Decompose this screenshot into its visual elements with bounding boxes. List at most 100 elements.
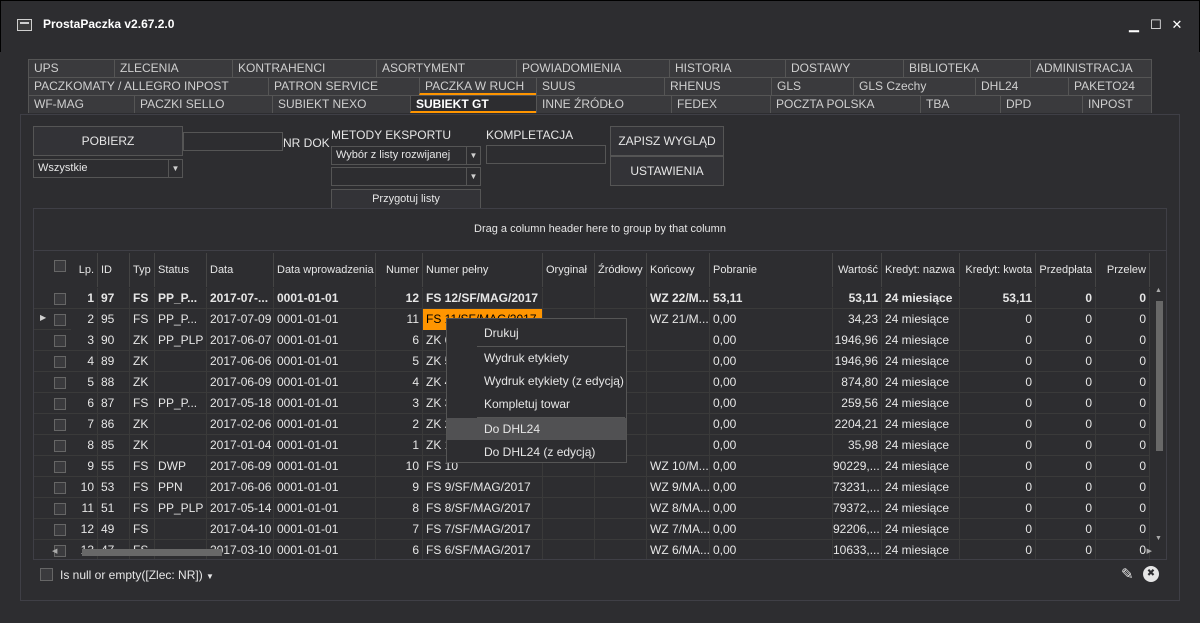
tab-wf-mag[interactable]: WF-MAG: [28, 95, 134, 113]
cell-numer[interactable]: 12: [376, 288, 423, 309]
cell-przelew[interactable]: 0: [1096, 498, 1150, 519]
cell-data[interactable]: 2017-05-18: [207, 393, 274, 414]
ustawienia-button[interactable]: USTAWIENIA: [610, 156, 724, 186]
scroll-up-icon[interactable]: ▲: [1155, 287, 1162, 294]
cell-data-wprowadzenia[interactable]: 0001-01-01: [274, 456, 376, 477]
tab-zlecenia[interactable]: ZLECENIA: [114, 59, 232, 77]
cell-data-wprowadzenia[interactable]: 0001-01-01: [274, 330, 376, 351]
cell-status[interactable]: PP_P...: [155, 288, 207, 309]
cell-status[interactable]: [155, 414, 207, 435]
cell-pobranie[interactable]: 0,00: [710, 351, 833, 372]
scroll-down-icon[interactable]: ▼: [1155, 535, 1162, 542]
cell-wartosc[interactable]: 92206,...: [833, 519, 882, 540]
scroll-left-icon[interactable]: ◀: [52, 547, 57, 555]
cell-id[interactable]: 49: [98, 519, 130, 540]
column-header-wartosc[interactable]: Wartość: [833, 253, 882, 287]
cell-id[interactable]: 97: [98, 288, 130, 309]
tab-rhenus[interactable]: RHENUS: [664, 77, 771, 95]
cell-przelew[interactable]: 0: [1096, 309, 1150, 330]
cell-przelew[interactable]: 0: [1096, 519, 1150, 540]
table-row[interactable]: 10 53 FS PPN 2017-06-06 0001-01-01 9 FS 9/SF/MA…: [34, 477, 1150, 498]
cell-data-wprowadzenia[interactable]: 0001-01-01: [274, 351, 376, 372]
cell-przedplata[interactable]: 0: [1036, 330, 1096, 351]
column-header-oryginal[interactable]: Oryginał: [543, 253, 595, 287]
cell-status[interactable]: PP_P...: [155, 309, 207, 330]
cell-przedplata[interactable]: 0: [1036, 519, 1096, 540]
column-header-numer-pelny[interactable]: Numer pełny: [423, 253, 543, 287]
cell-id[interactable]: 90: [98, 330, 130, 351]
cell-kredyt-kwota[interactable]: 0: [960, 330, 1036, 351]
tab-gls[interactable]: GLS: [771, 77, 853, 95]
column-header-id[interactable]: ID: [98, 253, 130, 287]
cell-id[interactable]: 51: [98, 498, 130, 519]
cell-kredyt-kwota[interactable]: 0: [960, 372, 1036, 393]
cell-data-wprowadzenia[interactable]: 0001-01-01: [274, 519, 376, 540]
column-header-przedplata[interactable]: Przedpłata: [1036, 253, 1096, 287]
cell-kredyt-nazwa[interactable]: 24 miesiące: [882, 330, 960, 351]
cell-typ[interactable]: FS: [130, 309, 155, 330]
column-header-kredyt-kwota[interactable]: Kredyt: kwota: [960, 253, 1036, 287]
column-header-kredyt-nazwa[interactable]: Kredyt: nazwa: [882, 253, 960, 287]
tab-historia[interactable]: HISTORIA: [669, 59, 785, 77]
cell-pobranie[interactable]: 0,00: [710, 414, 833, 435]
cell-data[interactable]: 2017-07-...: [207, 288, 274, 309]
cell-numer[interactable]: 4: [376, 372, 423, 393]
row-checkbox[interactable]: [54, 524, 66, 536]
cell-status[interactable]: PP_P...: [155, 393, 207, 414]
cell-pobranie[interactable]: 0,00: [710, 330, 833, 351]
cell-lp[interactable]: 8: [71, 435, 98, 456]
row-checkbox[interactable]: [54, 503, 66, 515]
column-header-numer[interactable]: Numer: [376, 253, 423, 287]
cell-status[interactable]: PP_PLP: [155, 330, 207, 351]
cell-koncowy[interactable]: WZ 10/M...: [647, 456, 710, 477]
cell-typ[interactable]: ZK: [130, 414, 155, 435]
przygotuj-listy-button[interactable]: Przygotuj listy: [331, 189, 481, 209]
pobierz-button[interactable]: POBIERZ: [33, 126, 183, 156]
tab-asortyment[interactable]: ASORTYMENT: [376, 59, 516, 77]
tab-inne-zrodlo[interactable]: INNE ŹRÓDŁO: [536, 95, 671, 113]
cell-kredyt-nazwa[interactable]: 24 miesiące: [882, 372, 960, 393]
tab-subiekt-nexo[interactable]: SUBIEKT NEXO: [272, 95, 410, 113]
cell-data[interactable]: 2017-04-10: [207, 519, 274, 540]
menu-item-drukuj[interactable]: Drukuj: [447, 322, 626, 344]
cell-data-wprowadzenia[interactable]: 0001-01-01: [274, 498, 376, 519]
column-header-data-wprowadzenia[interactable]: Data wprowadzenia: [274, 253, 376, 287]
cell-kredyt-nazwa[interactable]: 24 miesiące: [882, 351, 960, 372]
cell-id[interactable]: 86: [98, 414, 130, 435]
cell-zrodlowy[interactable]: [595, 288, 647, 309]
cell-koncowy[interactable]: [647, 435, 710, 456]
vertical-scroll-thumb[interactable]: [1156, 301, 1163, 451]
cell-lp[interactable]: 9: [71, 456, 98, 477]
cell-id[interactable]: 95: [98, 309, 130, 330]
tab-fedex[interactable]: FEDEX: [671, 95, 770, 113]
cell-kredyt-kwota[interactable]: 0: [960, 309, 1036, 330]
row-checkbox[interactable]: [54, 356, 66, 368]
cell-oryginal[interactable]: [543, 288, 595, 309]
cell-data[interactable]: 2017-07-09: [207, 309, 274, 330]
cell-numer[interactable]: 7: [376, 519, 423, 540]
secondary-select[interactable]: ▼: [331, 167, 481, 186]
cell-lp[interactable]: 5: [71, 372, 98, 393]
scroll-right-icon[interactable]: ▶: [1147, 547, 1152, 555]
zapisz-wyglad-button[interactable]: ZAPISZ WYGLĄD: [610, 126, 724, 156]
cell-przedplata[interactable]: 0: [1036, 288, 1096, 309]
cell-numer[interactable]: 1: [376, 435, 423, 456]
cell-koncowy[interactable]: [647, 351, 710, 372]
cell-pobranie[interactable]: 0,00: [710, 519, 833, 540]
cell-pobranie[interactable]: 0,00: [710, 456, 833, 477]
cell-numer[interactable]: 2: [376, 414, 423, 435]
cell-przelew[interactable]: 0: [1096, 456, 1150, 477]
column-header-przelew[interactable]: Przelew: [1096, 253, 1150, 287]
cell-lp[interactable]: 10: [71, 477, 98, 498]
cell-data[interactable]: 2017-02-06: [207, 414, 274, 435]
cell-typ[interactable]: ZK: [130, 435, 155, 456]
table-row[interactable]: 12 49 FS 2017-04-10 0001-01-01 7 FS 7/SF/MAG/2…: [34, 519, 1150, 540]
cell-wartosc[interactable]: 259,56: [833, 393, 882, 414]
row-checkbox[interactable]: [54, 440, 66, 452]
cell-przelew[interactable]: 0: [1096, 393, 1150, 414]
cell-status[interactable]: DWP: [155, 456, 207, 477]
cell-numer[interactable]: 3: [376, 393, 423, 414]
cell-koncowy[interactable]: WZ 8/MA...: [647, 498, 710, 519]
cell-wartosc[interactable]: 73231,...: [833, 477, 882, 498]
cell-lp[interactable]: 4: [71, 351, 98, 372]
